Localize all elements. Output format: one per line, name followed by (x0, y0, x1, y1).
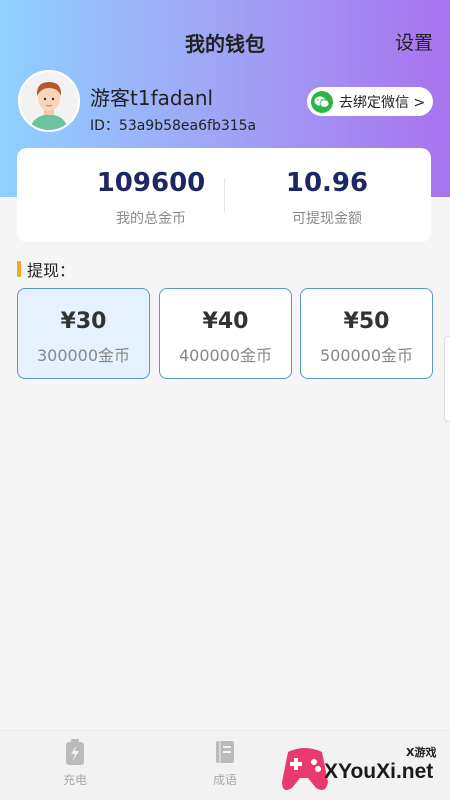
watermark-small-text: X游戏 (406, 746, 437, 759)
withdrawable-stat: 10.96 可提现金额 (247, 168, 407, 228)
user-id: ID：53a9b58ea6fb315a (90, 118, 257, 134)
option-price: ¥40 (202, 309, 249, 334)
withdraw-option-30[interactable]: ¥30 300000金币 (17, 288, 150, 379)
option-price: ¥50 (343, 309, 390, 334)
wechat-icon (311, 90, 333, 113)
gamepad-logo-icon (282, 748, 328, 790)
withdraw-option-50[interactable]: ¥50 500000金币 (300, 288, 433, 379)
stats-card: 109600 我的总金币 10.96 可提现金额 (17, 148, 431, 242)
total-coins-value: 109600 (96, 168, 206, 198)
option-price: ¥30 (60, 309, 107, 334)
side-drawer-handle[interactable] (444, 336, 450, 422)
username: 游客t1fadanl (90, 86, 214, 110)
nav-label-charge: 充电 (62, 773, 87, 787)
avatar (18, 70, 80, 132)
nav-item-charge[interactable]: 充电 (35, 737, 115, 788)
settings-button[interactable]: 设置 (395, 28, 433, 55)
option-coins: 400000金币 (178, 346, 273, 365)
withdrawable-label: 可提现金额 (292, 211, 362, 227)
withdraw-option-40[interactable]: ¥40 400000金币 (159, 288, 292, 379)
bind-wechat-button[interactable]: 去绑定微信 > (307, 87, 433, 116)
withdraw-title-text: 提现： (27, 261, 76, 280)
total-coins-label: 我的总金币 (116, 211, 186, 227)
user-avatar-icon (20, 72, 78, 130)
withdrawable-value: 10.96 (285, 168, 369, 198)
option-coins: 300000金币 (36, 346, 131, 365)
withdraw-section-title: 提现： (17, 257, 75, 281)
nav-label-idiom: 成语 (212, 773, 237, 787)
watermark-brand: XYouXi.net (324, 760, 434, 783)
stats-divider (224, 178, 225, 212)
nav-item-idiom[interactable]: 成语 (185, 737, 265, 788)
option-coins: 500000金币 (319, 346, 414, 365)
page-title: 我的钱包 (185, 32, 265, 56)
watermark: X游戏 XYouXi.net (280, 740, 450, 800)
book-icon (185, 737, 265, 767)
bind-wechat-label: 去绑定微信 > (339, 94, 426, 111)
total-coins-stat: 109600 我的总金币 (71, 168, 231, 228)
section-accent-bar (17, 261, 21, 277)
battery-icon (35, 737, 115, 767)
